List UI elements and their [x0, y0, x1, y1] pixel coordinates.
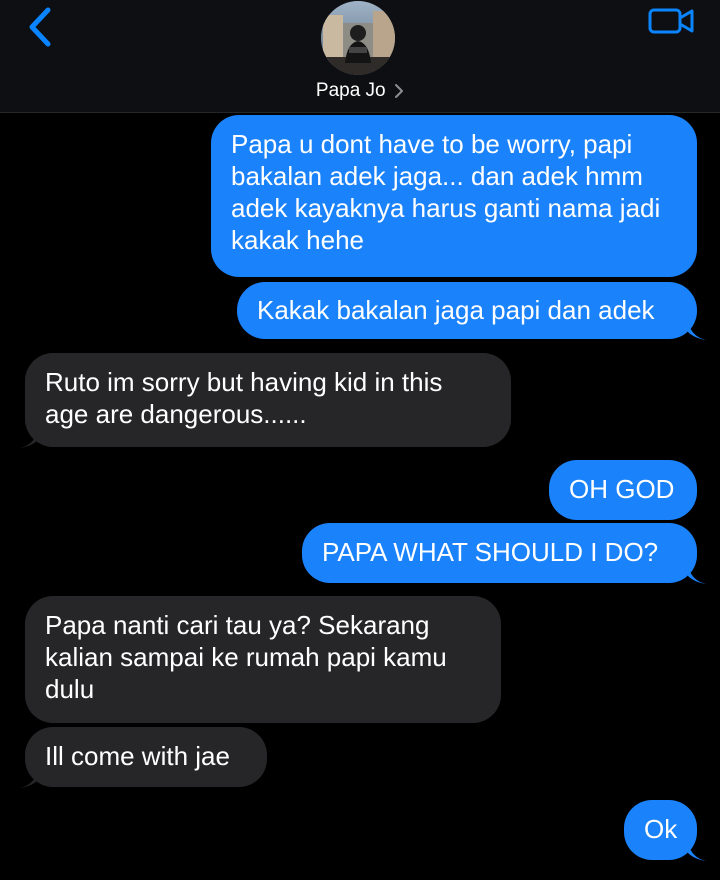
chevron-right-icon: [395, 84, 404, 98]
outgoing-message[interactable]: Ok: [624, 800, 697, 860]
contact-name: Papa Jo: [315, 80, 386, 101]
outgoing-message[interactable]: Papa u dont have to be worry, papi bakal…: [211, 115, 697, 277]
outgoing-message[interactable]: Kakak bakalan jaga papi dan adek: [237, 282, 697, 339]
bubble-tail: [688, 564, 706, 584]
conversation-header: Papa Jo: [0, 0, 720, 113]
incoming-message[interactable]: Ill come with jae: [25, 727, 267, 787]
bubble-tail: [20, 428, 38, 448]
incoming-message[interactable]: Papa nanti cari tau ya? Sekarang kalian …: [25, 596, 501, 723]
avatar-photo: [321, 1, 395, 75]
bubble-tail: [20, 768, 38, 788]
video-call-button[interactable]: [648, 6, 696, 36]
chevron-left-icon: [29, 7, 51, 47]
back-button[interactable]: [22, 4, 62, 50]
contact-name-button[interactable]: Papa Jo: [0, 80, 720, 102]
incoming-message[interactable]: Ruto im sorry but having kid in this age…: [25, 353, 511, 447]
bubble-tail: [688, 841, 706, 861]
avatar[interactable]: [321, 1, 395, 75]
outgoing-message[interactable]: PAPA WHAT SHOULD I DO?: [302, 523, 697, 583]
video-camera-icon: [648, 8, 694, 34]
outgoing-message[interactable]: OH GOD: [549, 460, 697, 520]
bubble-tail: [688, 320, 706, 340]
